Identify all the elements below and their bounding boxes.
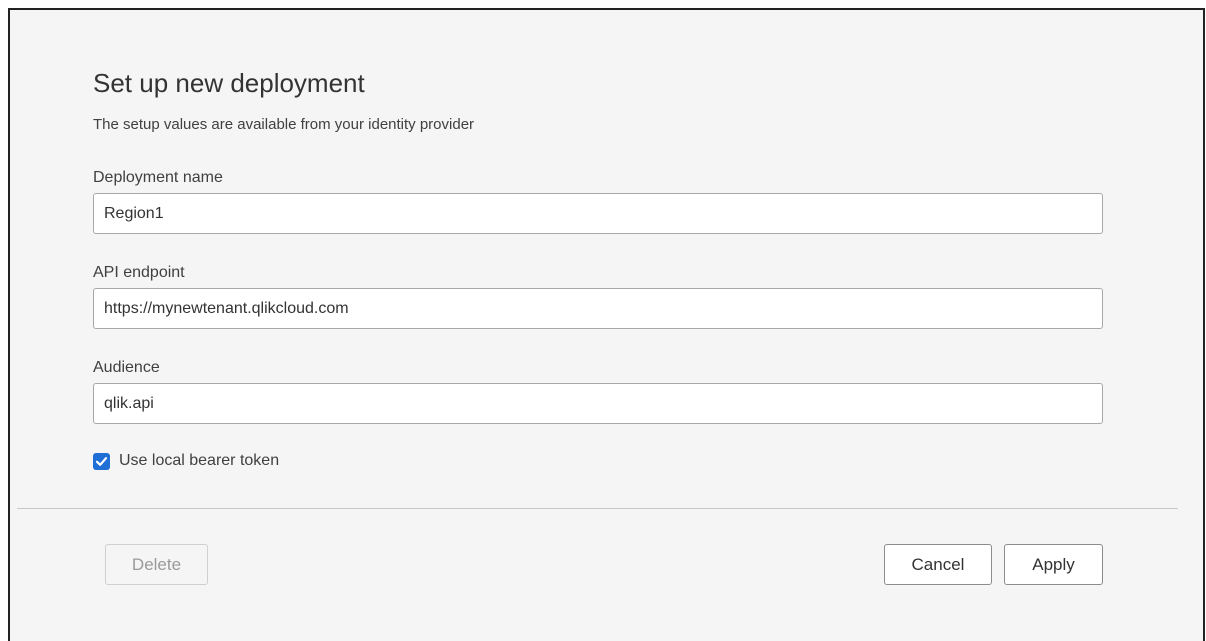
api-endpoint-input[interactable] — [93, 288, 1103, 329]
deployment-name-input[interactable] — [93, 193, 1103, 234]
setup-deployment-dialog: Set up new deployment The setup values a… — [8, 8, 1205, 641]
apply-button[interactable]: Apply — [1004, 544, 1103, 585]
use-local-bearer-token-label: Use local bearer token — [119, 452, 280, 469]
deployment-name-label: Deployment name — [93, 169, 223, 186]
checkmark-icon — [95, 456, 108, 466]
audience-label: Audience — [93, 359, 160, 376]
dialog-title: Set up new deployment — [93, 68, 365, 98]
audience-input[interactable] — [93, 383, 1103, 424]
dialog-subtitle: The setup values are available from your… — [93, 116, 475, 133]
use-local-bearer-token-checkbox[interactable] — [93, 452, 110, 470]
api-endpoint-label: API endpoint — [93, 264, 185, 281]
delete-button[interactable]: Delete — [105, 544, 208, 585]
footer-divider — [17, 508, 1178, 509]
cancel-button[interactable]: Cancel — [884, 544, 992, 585]
use-local-bearer-token-row[interactable]: Use local bearer token — [93, 452, 279, 470]
